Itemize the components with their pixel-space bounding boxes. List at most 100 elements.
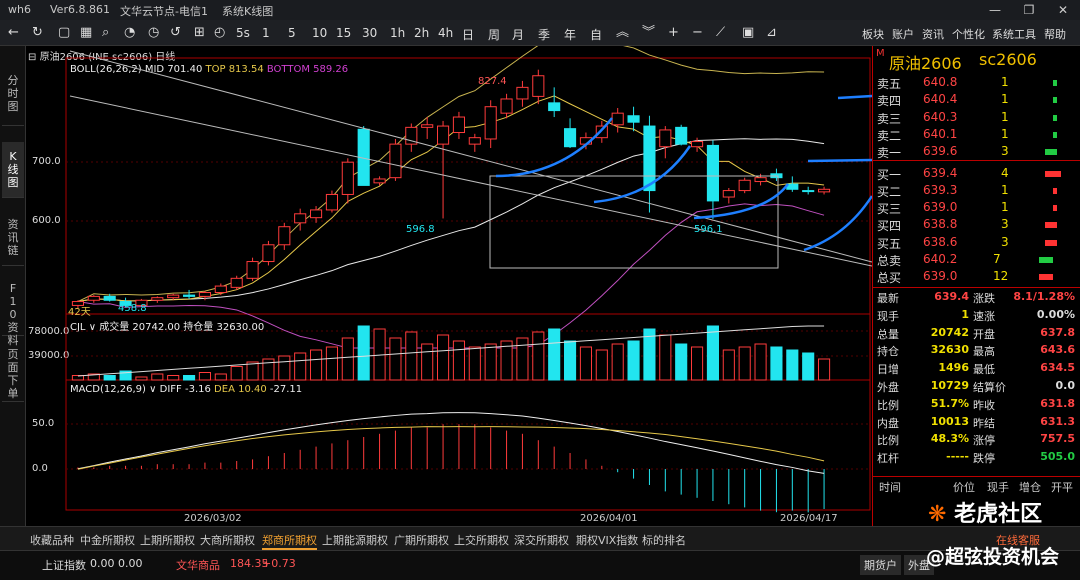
candle-body (722, 190, 735, 198)
stat-label: 内盘 (877, 416, 899, 430)
candle-body (262, 244, 275, 263)
candle-body (500, 98, 513, 114)
m-icon: M (876, 48, 885, 59)
bottom-tab-1[interactable]: 中金所期权 (80, 532, 135, 548)
bottom-tab-5[interactable]: 上期能源期权 (322, 532, 388, 548)
bottom-tab-3[interactable]: 大商所期权 (200, 532, 255, 548)
volume-bar (135, 376, 148, 381)
stat-value-2: 634.5 (1040, 361, 1075, 375)
period-8[interactable]: 4h (438, 26, 453, 40)
nav-order[interactable]: 页面下单 (2, 342, 24, 402)
user-icon[interactable]: ◔ (124, 25, 135, 41)
period-5[interactable]: 30 (362, 26, 377, 40)
toolbar-menu-0[interactable]: 板块 (862, 26, 884, 42)
bottom-tab-7[interactable]: 上交所期权 (454, 532, 509, 548)
nav-timeshare[interactable]: 分时图 (2, 66, 24, 126)
period-10[interactable]: 周 (488, 26, 500, 43)
draw-line-icon[interactable]: ⟋ (716, 25, 725, 41)
volume-bar (405, 331, 418, 381)
bottom-tab-10[interactable]: 标的排名 (642, 532, 686, 548)
close-icon[interactable]: ✕ (1046, 0, 1080, 20)
macd-diff-line (77, 412, 825, 474)
back-icon[interactable]: ← (8, 25, 19, 41)
grid-icon[interactable]: ⊞ (194, 25, 205, 41)
period-12[interactable]: 季 (538, 26, 550, 43)
candle-body (659, 129, 672, 148)
stat-label-2: 昨收 (973, 398, 995, 412)
nav-f10[interactable]: F10资料 (2, 276, 24, 347)
bottom-tab-9[interactable]: 期权VIX指数 (576, 532, 638, 548)
toolbar-menu-1[interactable]: 账户 (892, 26, 914, 42)
volume-bar (278, 355, 291, 381)
stat-label: 最新 (877, 292, 899, 305)
candle-body (87, 295, 100, 301)
box-icon[interactable]: ▣ (742, 25, 754, 41)
stat-value: 10729 (930, 379, 969, 392)
volume-bar (675, 343, 688, 381)
bottom-tab-6[interactable]: 广期所期权 (394, 532, 449, 548)
period-0[interactable]: 5s (236, 26, 250, 40)
bottom-tab-2[interactable]: 上期所期权 (140, 532, 195, 548)
candle-body (294, 213, 307, 224)
candle-body (738, 179, 751, 192)
stat-row: 日增 1496 最低 634.5 (873, 360, 1080, 377)
toolbar-menu-4[interactable]: 系统工具 (992, 26, 1036, 42)
zoom-in-icon[interactable]: + (668, 25, 679, 41)
stat-value-2: 757.5 (1040, 432, 1075, 446)
toolbar-menu-5[interactable]: 帮助 (1044, 26, 1066, 42)
stat-row: 比例 51.7% 昨收 631.8 (873, 396, 1080, 413)
period-1[interactable]: 1 (262, 26, 270, 40)
period-9[interactable]: 日 (462, 26, 474, 43)
period-2[interactable]: 5 (288, 26, 296, 40)
zoom-out-icon[interactable]: − (692, 25, 703, 41)
candle-body (389, 143, 402, 179)
up-icon[interactable]: ︽ (616, 25, 629, 41)
bottom-tab-8[interactable]: 深交所期权 (514, 532, 569, 548)
bottom-tab-4[interactable]: 郑商所期权 (262, 532, 317, 550)
refresh-icon[interactable]: ↻ (32, 25, 43, 41)
candle-body (548, 102, 561, 112)
period-3[interactable]: 10 (312, 26, 327, 40)
app-window: wh6 Ver6.8.861 文华云节点-电信1 系统K线图 — ❐ ✕ ← ↻… (0, 0, 1080, 580)
nav-news[interactable]: 资讯链 (2, 210, 24, 266)
stat-label: 持仓 (877, 345, 899, 359)
period-14[interactable]: 自 (590, 26, 602, 43)
toolbar-menu-2[interactable]: 资讯 (922, 26, 944, 42)
bottom-tab-0[interactable]: 收藏品种 (30, 532, 74, 548)
tick-header: 时间 价位 现手 增仓 开平 (873, 476, 1080, 494)
period-4[interactable]: 15 (336, 26, 351, 40)
volume-bar (452, 340, 465, 381)
pin-icon[interactable]: ⊿ (766, 25, 777, 41)
asks-vol: 1 (1001, 126, 1009, 141)
tick-col-time: 时间 (879, 481, 901, 494)
stat-row: 内盘 10013 昨结 631.3 (873, 414, 1080, 431)
candle-body (611, 112, 624, 126)
futures-account-button[interactable]: 期货户 (860, 555, 901, 575)
nav-kline[interactable]: K线图 (2, 142, 24, 198)
stat-value-2: 8.1/1.28% (1013, 290, 1075, 303)
period-6[interactable]: 1h (390, 26, 405, 40)
period-11[interactable]: 月 (512, 26, 524, 43)
period-7[interactable]: 2h (414, 26, 429, 40)
down-icon[interactable]: ︾ (642, 25, 655, 41)
candle-body (675, 126, 688, 145)
toolbar-menu-3[interactable]: 个性化 (952, 26, 985, 42)
stat-value: 32630 (930, 343, 969, 357)
asks-label: 卖二 (877, 128, 902, 143)
period-13[interactable]: 年 (564, 26, 576, 43)
volume-bar (595, 349, 608, 381)
minimize-icon[interactable]: — (978, 0, 1012, 20)
clock-icon[interactable]: ◷ (148, 25, 159, 41)
volume-bar (357, 325, 370, 381)
stat-value: 51.7% (930, 396, 969, 410)
quote-panel: M 原油2606 sc2606 卖五 640.8 1 卖四 640.4 1 卖三 640.3 1… (872, 46, 1080, 526)
kline-chart[interactable]: ⊟ 原油2606 (INE sc2606) 日线 BOLL(26,26,2) M… (26, 46, 872, 526)
asks-vol-bar (1053, 97, 1057, 104)
timer-icon[interactable]: ◴ (214, 25, 225, 41)
search-icon[interactable]: ⌕ (102, 25, 109, 41)
maximize-icon[interactable]: ❐ (1012, 0, 1046, 20)
bids-price: 639.0 (923, 200, 958, 215)
app-icon[interactable]: ▢ (58, 25, 70, 41)
chart-icon[interactable]: ▦ (80, 25, 92, 41)
history-icon[interactable]: ↺ (170, 25, 181, 41)
